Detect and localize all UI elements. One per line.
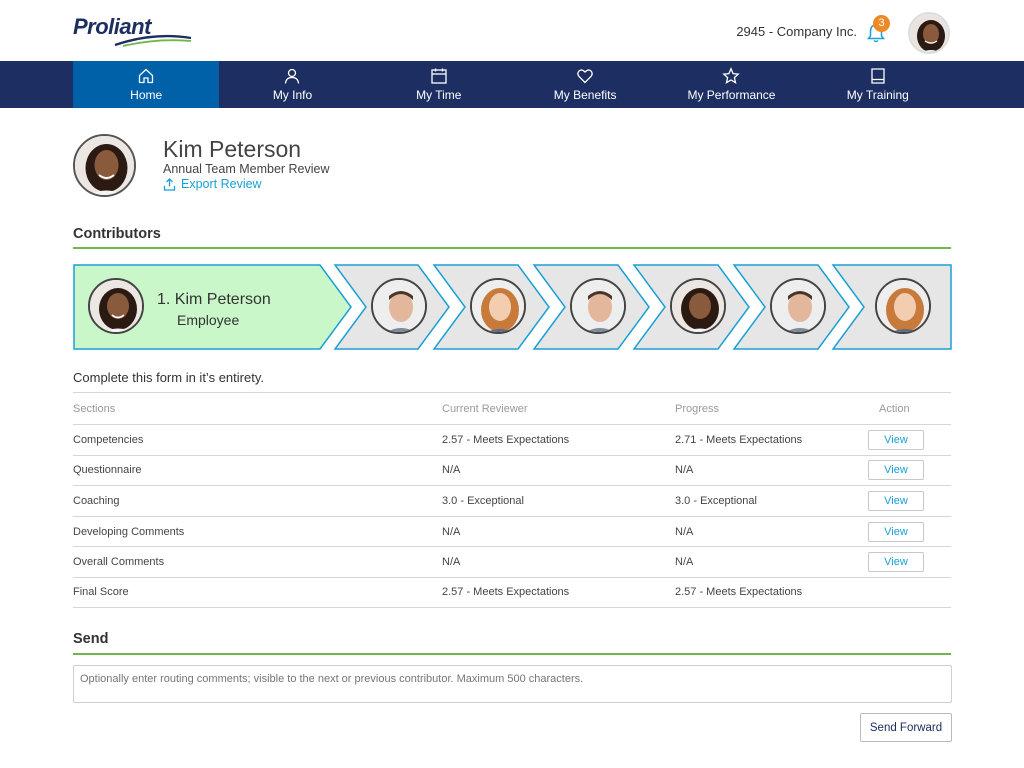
nav-item-label: Home (130, 88, 163, 102)
contributor-avatar-3[interactable] (470, 278, 526, 334)
progress-value: N/A (675, 464, 694, 477)
view-button[interactable]: View (868, 552, 924, 573)
section-name: Developing Comments (73, 525, 185, 538)
section-name: Final Score (73, 586, 129, 599)
section-name: Overall Comments (73, 556, 165, 569)
profile-name: Kim Peterson (163, 136, 302, 162)
table-row: Questionnaire N/A N/A View (73, 454, 951, 486)
home-icon (139, 68, 154, 84)
company-name: 2945 - Company Inc. (736, 24, 857, 39)
send-divider (73, 653, 951, 655)
table-row: Coaching 3.0 - Exceptional 3.0 - Excepti… (73, 485, 951, 516)
contributor-avatar-7[interactable] (875, 278, 931, 334)
export-icon (163, 177, 176, 191)
book-icon (871, 68, 885, 84)
table-row: Developing Comments N/A N/A View (73, 515, 951, 547)
table-row: Overall Comments N/A N/A View (73, 546, 951, 577)
proliant-logo[interactable]: Proliant (73, 14, 198, 48)
progress-value: N/A (675, 556, 694, 569)
current-contributor-name: 1. Kim Peterson (157, 291, 271, 308)
contributor-avatar-6[interactable] (770, 278, 826, 334)
contributor-avatar-4[interactable] (570, 278, 626, 334)
table-header-row: Sections Current Reviewer Progress Actio… (73, 392, 951, 424)
star-icon (722, 67, 741, 85)
send-title: Send (73, 631, 109, 647)
nav-item-label: My Training (846, 88, 909, 102)
nav-item-home[interactable]: Home (73, 61, 220, 108)
current-reviewer-value: N/A (442, 556, 461, 569)
current-reviewer-value: 2.57 - Meets Expectations (442, 586, 570, 599)
export-review-link[interactable]: Export Review (163, 177, 262, 191)
nav-item-label: My Benefits (553, 88, 617, 102)
notification-badge: 3 (873, 15, 890, 32)
calendar-icon (431, 68, 447, 84)
progress-value: 3.0 - Exceptional (675, 494, 757, 507)
contributor-avatar-current[interactable] (88, 278, 144, 334)
nav-item-my-performance[interactable]: My Performance (658, 61, 804, 108)
nav-item-my-time[interactable]: My Time (366, 61, 512, 108)
user-icon (285, 68, 300, 84)
nav-item-label: My Performance (687, 88, 776, 102)
section-name: Questionnaire (73, 464, 142, 477)
current-reviewer-value: N/A (442, 525, 461, 538)
form-instructions: Complete this form in it’s entirety. (73, 370, 264, 385)
logo-swoosh-icon (114, 34, 192, 47)
review-sections-table: Sections Current Reviewer Progress Actio… (73, 392, 951, 608)
nav-item-my-training[interactable]: My Training (805, 61, 951, 108)
heart-icon (577, 69, 593, 84)
progress-value: 2.57 - Meets Expectations (675, 586, 803, 599)
current-reviewer-value: 3.0 - Exceptional (442, 494, 524, 507)
view-button[interactable]: View (868, 460, 924, 481)
nav-item-my-benefits[interactable]: My Benefits (512, 61, 658, 108)
header-progress: Progress (675, 402, 720, 415)
contributor-avatar-2[interactable] (371, 278, 427, 334)
view-button[interactable]: View (868, 429, 924, 450)
contributors-divider (73, 247, 951, 249)
table-row: Final Score 2.57 - Meets Expectations 2.… (73, 576, 951, 608)
progress-value: 2.71 - Meets Expectations (675, 433, 803, 446)
section-name: Competencies (73, 433, 144, 446)
contributors-strip: 1. Kim Peterson Employee (73, 264, 952, 350)
send-forward-button[interactable]: Send Forward (860, 713, 952, 742)
user-avatar[interactable] (908, 12, 950, 54)
view-button[interactable]: View (868, 521, 924, 542)
review-subtitle: Annual Team Member Review (163, 162, 330, 176)
header-sections: Sections (73, 402, 116, 415)
top-header: Proliant 2945 - Company Inc. 3 (0, 0, 1024, 61)
section-name: Coaching (73, 494, 120, 507)
nav-item-label: My Time (416, 88, 462, 102)
header-current-reviewer: Current Reviewer (442, 402, 528, 415)
current-contributor-role: Employee (177, 312, 240, 328)
contributors-title: Contributors (73, 226, 161, 242)
current-reviewer-value: N/A (442, 464, 461, 477)
nav-item-my-info[interactable]: My Info (219, 61, 365, 108)
nav-item-label: My Info (272, 88, 313, 102)
profile-avatar (73, 134, 136, 197)
table-row: Competencies 2.57 - Meets Expectations 2… (73, 424, 951, 455)
routing-comments-input[interactable] (73, 665, 952, 703)
progress-value: N/A (675, 525, 694, 538)
header-action: Action (879, 402, 910, 415)
current-reviewer-value: 2.57 - Meets Expectations (442, 433, 570, 446)
contributor-avatar-5[interactable] (670, 278, 726, 334)
main-nav: Home My Info My Time My Benefits My Perf… (0, 61, 1024, 108)
view-button[interactable]: View (868, 490, 924, 511)
export-review-label: Export Review (181, 177, 262, 191)
